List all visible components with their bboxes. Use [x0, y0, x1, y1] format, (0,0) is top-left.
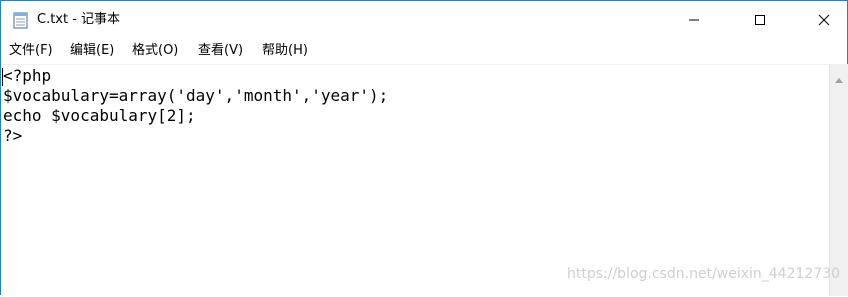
- close-button[interactable]: [801, 1, 847, 39]
- notepad-window: C.txt - 记事本 文件(F) 编辑(E) 格式(O) 查看(V) 帮助(H…: [0, 0, 848, 297]
- watermark: https://blog.csdn.net/weixin_44212730: [567, 266, 841, 282]
- vertical-scrollbar[interactable]: [829, 64, 848, 296]
- menu-view[interactable]: 查看(V): [198, 43, 243, 59]
- minimize-icon: [689, 19, 699, 21]
- editor-line: echo $vocabulary[2];: [3, 106, 196, 125]
- maximize-icon: [755, 15, 765, 25]
- editor-line: $vocabulary=array('day','month','year');: [3, 86, 389, 105]
- close-icon: [818, 14, 830, 26]
- notepad-icon: [13, 11, 29, 29]
- menu-bar: 文件(F) 编辑(E) 格式(O) 查看(V) 帮助(H): [1, 39, 847, 63]
- editor-line: <?php: [3, 66, 52, 85]
- menu-help[interactable]: 帮助(H): [262, 43, 308, 59]
- menu-file[interactable]: 文件(F): [9, 43, 53, 59]
- menu-edit[interactable]: 编辑(E): [70, 43, 114, 59]
- window-title: C.txt - 记事本: [37, 12, 121, 27]
- scroll-up-arrow-icon[interactable]: [834, 70, 844, 83]
- text-editor-area[interactable]: <?php $vocabulary=array('day','month','y…: [1, 64, 829, 297]
- editor-line: ?>: [3, 126, 23, 145]
- minimize-button[interactable]: [671, 1, 717, 39]
- maximize-button[interactable]: [737, 1, 783, 39]
- menu-format[interactable]: 格式(O): [132, 43, 178, 59]
- title-bar[interactable]: C.txt - 记事本: [1, 1, 847, 39]
